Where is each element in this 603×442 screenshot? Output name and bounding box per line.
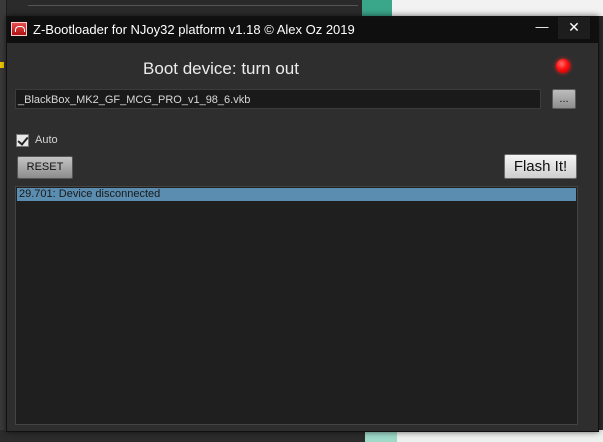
firmware-file-path[interactable]: _BlackBox_MK2_GF_MCG_PRO_v1_98_6.vkb (15, 89, 541, 109)
flash-button[interactable]: Flash It! (504, 154, 577, 179)
minimize-button[interactable]: — (526, 17, 558, 39)
background-white-area (392, 0, 603, 16)
boot-status-label: Boot device: turn out (143, 59, 299, 78)
app-logo-icon (11, 22, 27, 36)
background-teal-block (362, 0, 392, 16)
window-client-area: Boot device: turn out _BlackBox_MK2_GF_M… (7, 43, 598, 431)
window-title: Z-Bootloader for NJoy32 platform v1.18 ©… (33, 22, 355, 37)
reset-button[interactable]: RESET (17, 156, 73, 179)
background-window-edge (28, 0, 358, 6)
status-led-icon (556, 59, 570, 73)
bootloader-window: Z-Bootloader for NJoy32 platform v1.18 ©… (6, 16, 599, 432)
background-marker (0, 62, 4, 68)
title-bar[interactable]: Z-Bootloader for NJoy32 platform v1.18 ©… (7, 17, 598, 43)
log-entry[interactable]: 29.701: Device disconnected (17, 188, 576, 201)
browse-button[interactable]: ... (552, 89, 576, 109)
auto-checkbox-label: Auto (35, 134, 58, 146)
close-button[interactable]: ✕ (558, 17, 590, 39)
log-list[interactable]: 29.701: Device disconnected (15, 186, 578, 425)
auto-checkbox[interactable] (16, 134, 29, 147)
